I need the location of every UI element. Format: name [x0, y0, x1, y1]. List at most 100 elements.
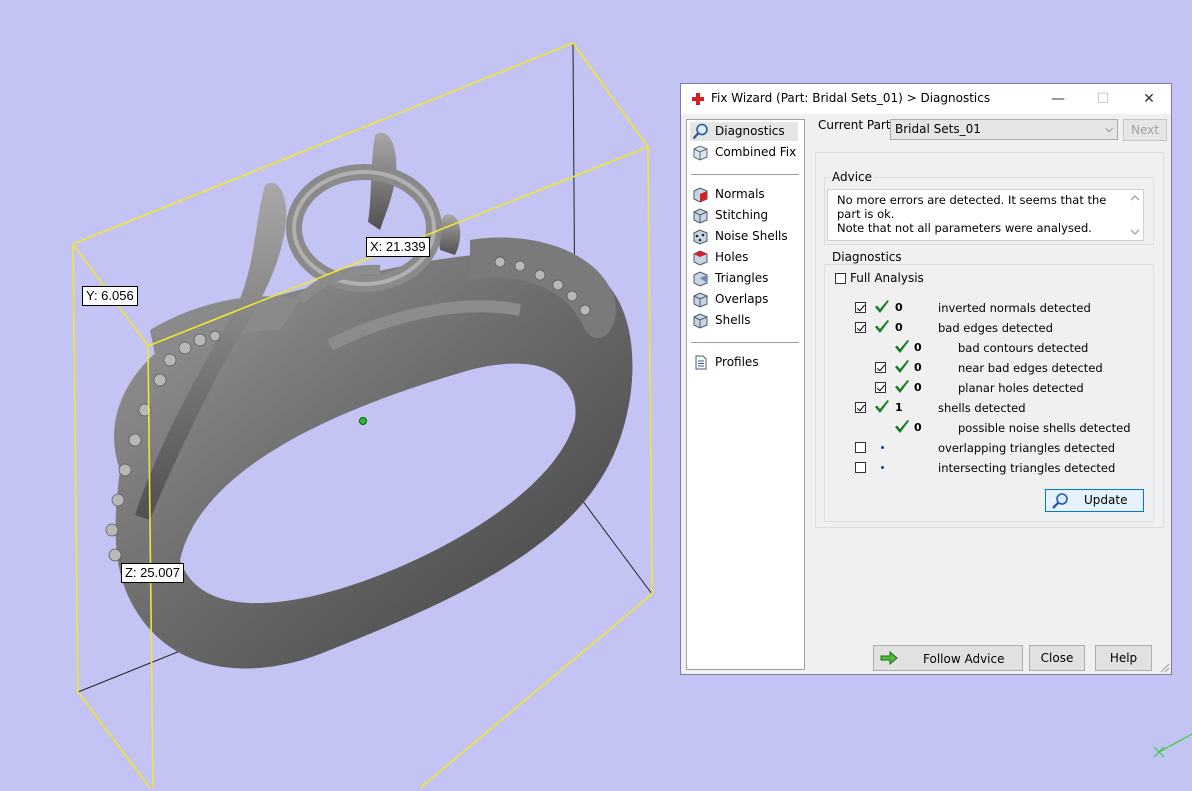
diag-label: overlapping triangles detected — [938, 441, 1116, 455]
nav-item-label: Holes — [715, 250, 749, 264]
diag-label: shells detected — [938, 401, 1026, 415]
magnifier-icon — [1052, 493, 1068, 509]
nav-separator — [691, 174, 799, 175]
diagnostics-title: Diagnostics — [830, 250, 904, 264]
green-arrow-right-icon — [880, 651, 898, 665]
nav-item-noise-shells[interactable]: Noise Shells — [690, 227, 798, 246]
nav-item-label: Overlaps — [715, 292, 769, 306]
noise-shells-icon — [693, 229, 708, 245]
nav-item-label: Diagnostics — [715, 124, 785, 138]
current-part-select[interactable]: Bridal Sets_01 ⌵ — [890, 119, 1118, 140]
document-icon — [695, 355, 707, 370]
nav-item-label: Shells — [715, 313, 751, 327]
resize-grip-icon[interactable] — [1160, 663, 1170, 673]
nav-item-triangles[interactable]: Triangles — [690, 269, 798, 288]
stitching-cube-icon — [693, 208, 708, 224]
nav-item-holes[interactable]: Holes — [690, 248, 798, 267]
follow-advice-label: Follow Advice — [923, 652, 1005, 666]
advice-line: Note that not all parameters were analys… — [837, 221, 1092, 235]
diag-label: bad edges detected — [938, 321, 1053, 335]
full-analysis-checkbox[interactable] — [835, 273, 846, 284]
diag-count: 0 — [914, 421, 922, 434]
diag-label: near bad edges detected — [958, 361, 1103, 375]
advice-textbox[interactable]: No more errors are detected. It seems th… — [827, 189, 1144, 241]
wizard-nav-panel: Diagnostics Combined Fix Normals Stitchi… — [686, 119, 805, 670]
pending-dot-icon — [881, 466, 884, 469]
diag-count: 0 — [895, 321, 903, 334]
nav-item-diagnostics[interactable]: Diagnostics — [690, 122, 798, 141]
update-label: Update — [1084, 493, 1128, 507]
nav-item-stitching[interactable]: Stitching — [690, 206, 798, 225]
follow-advice-button[interactable]: Follow Advice — [873, 645, 1023, 671]
check-icon — [875, 300, 889, 313]
pivot-point-marker — [359, 417, 367, 425]
nav-item-label: Normals — [715, 187, 765, 201]
nav-item-profiles[interactable]: Profiles — [690, 353, 798, 372]
diag-label: bad contours detected — [958, 341, 1089, 355]
current-part-value: Bridal Sets_01 — [895, 122, 981, 136]
diag-label: planar holes detected — [958, 381, 1084, 395]
row-checkbox[interactable] — [855, 322, 866, 333]
window-title: Fix Wizard (Part: Bridal Sets_01) > Diag… — [711, 91, 991, 105]
diag-count: 1 — [895, 401, 903, 414]
nav-item-label: Combined Fix — [715, 145, 797, 159]
row-checkbox[interactable] — [855, 462, 866, 473]
fix-wizard-dialog: Fix Wizard (Part: Bridal Sets_01) > Diag… — [680, 83, 1172, 675]
nav-item-label: Noise Shells — [715, 229, 788, 243]
row-checkbox[interactable] — [855, 302, 866, 313]
triangles-cube-icon — [693, 271, 708, 287]
advice-title: Advice — [830, 170, 875, 184]
diag-label: inverted normals detected — [938, 301, 1091, 315]
diag-count: 0 — [914, 361, 922, 374]
minimize-button[interactable]: — — [1035, 84, 1081, 114]
diag-label: possible noise shells detected — [958, 421, 1131, 435]
update-button[interactable]: Update — [1045, 489, 1144, 512]
cube-icon — [693, 145, 708, 161]
current-part-label: Current Part: — [818, 118, 895, 132]
full-analysis-label: Full Analysis — [850, 271, 924, 285]
check-icon — [875, 400, 889, 413]
row-checkbox[interactable] — [855, 442, 866, 453]
overlaps-cube-icon — [693, 292, 708, 308]
z-dimension-label: Z: 25.007 — [121, 563, 184, 583]
nav-item-label: Triangles — [715, 271, 769, 285]
normals-cube-icon — [693, 187, 708, 203]
next-button[interactable]: Next — [1123, 119, 1167, 141]
nav-item-normals[interactable]: Normals — [690, 185, 798, 204]
help-button[interactable]: Help — [1095, 645, 1152, 671]
close-window-button[interactable]: ✕ — [1126, 84, 1172, 114]
magnifier-icon — [692, 123, 708, 140]
diag-count: 0 — [895, 301, 903, 314]
axis-gizmo — [1153, 733, 1192, 758]
nav-item-label: Profiles — [715, 355, 759, 369]
chevron-down-icon: ⌵ — [1105, 124, 1113, 135]
close-button[interactable]: Close — [1029, 645, 1085, 671]
diag-count: 0 — [914, 341, 922, 354]
nav-item-overlaps[interactable]: Overlaps — [690, 290, 798, 309]
advice-line: No more errors are detected. It seems th… — [837, 193, 1107, 221]
pending-dot-icon — [881, 446, 884, 449]
check-icon — [895, 380, 909, 393]
nav-item-shells[interactable]: Shells — [690, 311, 798, 330]
holes-cube-icon — [693, 250, 708, 266]
nav-item-label: Stitching — [715, 208, 769, 222]
x-dimension-label: X: 21.339 — [366, 237, 430, 257]
check-icon — [895, 360, 909, 373]
check-icon — [875, 320, 889, 333]
check-icon — [895, 420, 909, 433]
diag-label: intersecting triangles detected — [938, 461, 1116, 475]
nav-separator — [691, 342, 799, 343]
row-checkbox[interactable] — [875, 382, 886, 393]
row-checkbox[interactable] — [875, 362, 886, 373]
diag-count: 0 — [914, 381, 922, 394]
row-checkbox[interactable] — [855, 402, 866, 413]
advice-text: No more errors are detected. It seems th… — [837, 193, 1129, 235]
advice-scrollbar[interactable] — [1127, 190, 1143, 240]
ring-model — [105, 132, 633, 669]
title-bar[interactable]: Fix Wizard (Part: Bridal Sets_01) > Diag… — [681, 84, 1171, 114]
check-icon — [895, 340, 909, 353]
nav-item-combined-fix[interactable]: Combined Fix — [690, 143, 798, 162]
shells-cube-icon — [693, 313, 708, 329]
y-dimension-label: Y: 6.056 — [82, 286, 138, 306]
maximize-button[interactable]: ☐ — [1080, 84, 1126, 114]
